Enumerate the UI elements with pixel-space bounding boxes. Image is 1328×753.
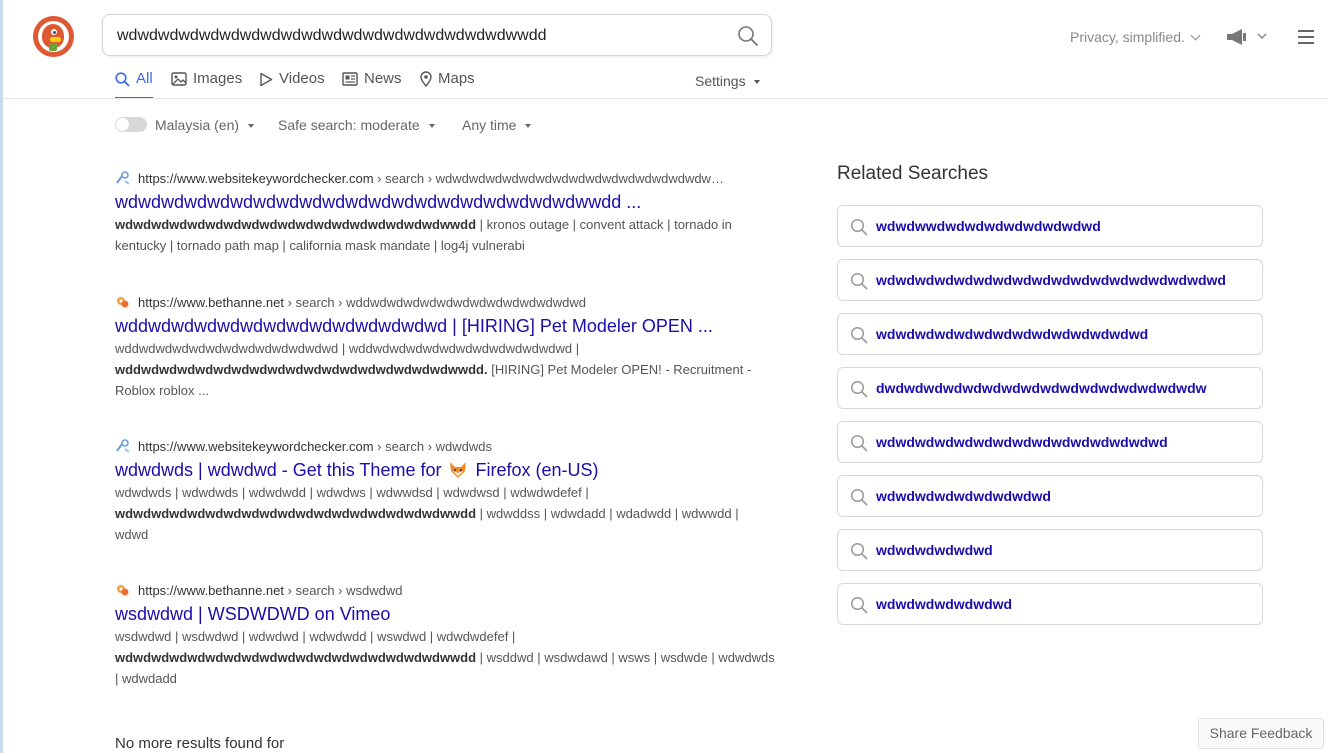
result-snippet: wdwdwdwdwdwdwdwdwdwdwdwdwdwdwdwdwdwdwwdd… bbox=[115, 217, 732, 253]
result-url[interactable]: https://www.bethanne.net › search › wddw… bbox=[115, 294, 765, 312]
result-snippet: wdwdwds | wdwdwds | wdwdwdd | wdwdws | w… bbox=[115, 485, 739, 542]
result-title-link[interactable]: wddwdwdwdwdwdwdwdwdwdwdwdwdwd | [HIRING]… bbox=[115, 314, 765, 338]
search-icon bbox=[850, 272, 868, 290]
search-icon[interactable] bbox=[737, 25, 759, 47]
related-search-item[interactable]: wdwdwwdwdwdwdwdwdwdwdwd bbox=[837, 205, 1263, 247]
result-snippet: wsdwdwd | wsdwdwd | wdwdwd | wdwdwdd | w… bbox=[115, 629, 775, 686]
window-edge bbox=[0, 0, 3, 753]
result-path: › search › wdwdwdwdwdwdwdwdwdwdwdwdwdwdw… bbox=[373, 171, 724, 186]
result-title-link[interactable]: wdwdwdwdwdwdwdwdwdwdwdwdwdwdwdwdwdwdwdwd… bbox=[115, 190, 765, 214]
safe-search-label: Safe search: moderate bbox=[278, 117, 420, 133]
search-icon bbox=[850, 380, 868, 398]
related-search-item[interactable]: wdwdwdwdwdwdwdwdwdwdwdwdwdwdwdwdwdwd bbox=[837, 259, 1263, 301]
search-icon bbox=[115, 71, 130, 87]
time-label: Any time bbox=[462, 117, 517, 133]
result-domain: https://www.websitekeywordchecker.com bbox=[138, 171, 374, 186]
result-url[interactable]: https://www.websitekeywordchecker.com › … bbox=[115, 170, 765, 188]
tab-all-label: All bbox=[136, 70, 153, 87]
settings-dropdown[interactable]: Settings bbox=[695, 73, 760, 89]
header-divider bbox=[3, 98, 1328, 99]
result-path: › search › wddwdwdwdwdwdwdwdwdwdwdwdwdwd bbox=[283, 295, 586, 310]
result-title-link[interactable]: wsdwdwd | WSDWDWD on Vimeo bbox=[115, 602, 765, 626]
region-toggle[interactable] bbox=[115, 117, 147, 132]
tab-videos-label: Videos bbox=[279, 70, 325, 87]
duckduckgo-logo[interactable] bbox=[33, 16, 74, 57]
search-icon bbox=[850, 596, 868, 614]
tab-all[interactable]: All bbox=[115, 70, 153, 99]
search-icon bbox=[850, 218, 868, 236]
related-search-label: wdwdwdwdwdwdwdwdwdwdwdwdwdwdwd bbox=[876, 434, 1168, 450]
tab-news-label: News bbox=[364, 70, 402, 87]
search-input[interactable] bbox=[115, 15, 729, 57]
result-path: › search › wsdwdwd bbox=[283, 583, 403, 598]
favicon-icon bbox=[116, 439, 130, 453]
related-searches-title: Related Searches bbox=[837, 163, 989, 184]
tab-news[interactable]: News bbox=[342, 70, 402, 98]
related-search-item[interactable]: wdwdwdwdwdwdwdwdwdwdwdwdwdwd bbox=[837, 313, 1263, 355]
result-path: › search › wdwdwds bbox=[373, 439, 493, 454]
tab-images[interactable]: Images bbox=[171, 70, 242, 98]
related-search-label: wdwdwdwdwdwdwd bbox=[876, 596, 1013, 612]
region-dropdown[interactable]: Malaysia (en) bbox=[155, 117, 255, 133]
caret-down-icon bbox=[753, 80, 760, 85]
search-bar bbox=[102, 14, 772, 57]
privacy-label: Privacy, simplified. bbox=[1070, 29, 1185, 45]
result-url[interactable]: https://www.websitekeywordchecker.com › … bbox=[115, 438, 765, 456]
related-search-label: dwdwdwdwdwdwdwdwdwdwdwdwdwdwdwdwdw bbox=[876, 380, 1207, 396]
settings-label: Settings bbox=[695, 73, 746, 89]
related-search-label: wdwdwdwdwdwdwdwdwdwdwdwdwdwdwdwdwdwd bbox=[876, 272, 1226, 288]
privacy-dropdown[interactable]: Privacy, simplified. bbox=[1070, 29, 1201, 45]
megaphone-icon[interactable] bbox=[1226, 28, 1270, 46]
region-label: Malaysia (en) bbox=[155, 117, 240, 133]
caret-down-icon bbox=[248, 124, 255, 129]
favicon-icon bbox=[117, 585, 129, 596]
favicon-icon bbox=[117, 297, 129, 308]
no-more-results-text: No more results found for bbox=[115, 735, 285, 752]
related-search-item[interactable]: wdwdwdwdwdwdwd bbox=[837, 583, 1263, 625]
result-item: https://www.bethanne.net › search › wsdw… bbox=[115, 582, 775, 689]
chevron-down-icon bbox=[1190, 30, 1201, 41]
related-search-label: wdwdwwdwdwdwdwdwdwdwdwd bbox=[876, 218, 1101, 234]
search-icon bbox=[850, 488, 868, 506]
caret-down-icon bbox=[428, 124, 435, 129]
related-search-item[interactable]: dwdwdwdwdwdwdwdwdwdwdwdwdwdwdwdwdw bbox=[837, 367, 1263, 409]
result-title-link[interactable]: wdwdwds | wdwdwd - Get this Theme for Fi… bbox=[115, 458, 765, 482]
result-item: https://www.websitekeywordchecker.com › … bbox=[115, 170, 775, 256]
result-domain: https://www.bethanne.net bbox=[138, 583, 284, 598]
related-search-label: wdwdwdwdwdwdwdwdwd bbox=[876, 488, 1051, 504]
time-dropdown[interactable]: Any time bbox=[462, 117, 532, 133]
tab-images-label: Images bbox=[193, 70, 243, 87]
result-domain: https://www.bethanne.net bbox=[138, 295, 284, 310]
fox-emoji-icon bbox=[450, 462, 467, 478]
result-item: https://www.bethanne.net › search › wddw… bbox=[115, 294, 775, 401]
map-pin-icon bbox=[420, 71, 432, 88]
related-search-label: wdwdwdwdwdwd bbox=[876, 542, 993, 558]
search-icon bbox=[850, 434, 868, 452]
related-search-item[interactable]: wdwdwdwdwdwd bbox=[837, 529, 1263, 571]
news-icon bbox=[342, 72, 358, 86]
share-feedback-button[interactable]: Share Feedback bbox=[1198, 718, 1324, 749]
related-search-item[interactable]: wdwdwdwdwdwdwdwdwdwdwdwdwdwdwd bbox=[837, 421, 1263, 463]
result-url[interactable]: https://www.bethanne.net › search › wsdw… bbox=[115, 582, 765, 600]
tab-maps[interactable]: Maps bbox=[420, 70, 475, 98]
safe-search-dropdown[interactable]: Safe search: moderate bbox=[278, 117, 435, 133]
tab-maps-label: Maps bbox=[438, 70, 475, 87]
tab-videos[interactable]: Videos bbox=[259, 70, 325, 98]
search-icon bbox=[850, 326, 868, 344]
result-domain: https://www.websitekeywordchecker.com bbox=[138, 439, 374, 454]
hamburger-menu-icon[interactable] bbox=[1298, 30, 1314, 44]
play-icon bbox=[260, 72, 273, 86]
related-search-item[interactable]: wdwdwdwdwdwdwdwdwd bbox=[837, 475, 1263, 517]
search-icon bbox=[850, 542, 868, 560]
related-search-label: wdwdwdwdwdwdwdwdwdwdwdwdwdwd bbox=[876, 326, 1149, 342]
favicon-icon bbox=[116, 171, 130, 185]
result-snippet: wddwdwdwdwdwdwdwdwdwdwdwdwd | wddwdwdwdw… bbox=[115, 341, 752, 398]
result-item: https://www.websitekeywordchecker.com › … bbox=[115, 438, 775, 545]
image-icon bbox=[171, 72, 187, 86]
caret-down-icon bbox=[525, 124, 532, 129]
